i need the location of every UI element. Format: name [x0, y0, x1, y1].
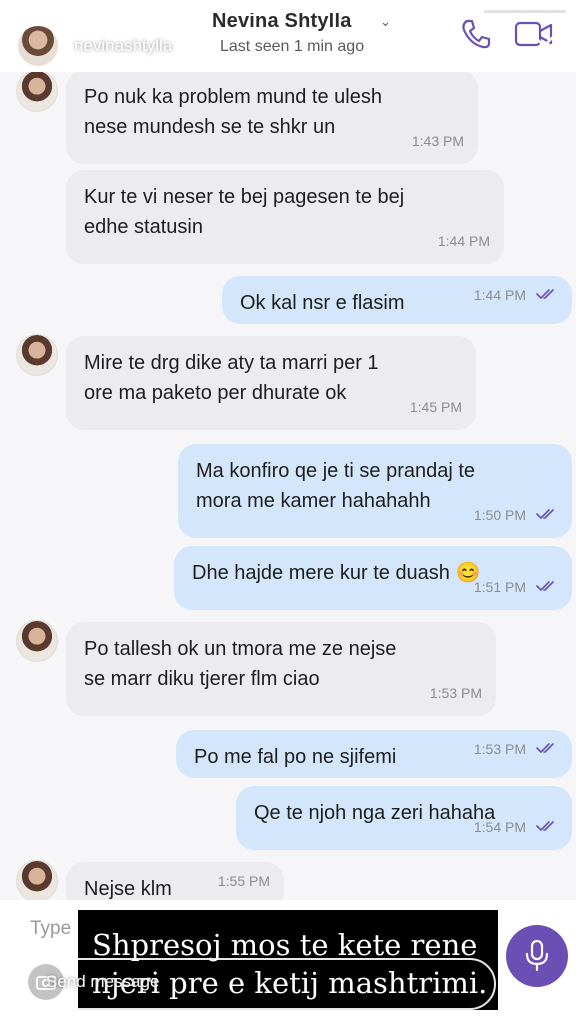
message-timestamp: 1:55 PM — [217, 873, 270, 889]
story-progress-segment — [430, 10, 566, 13]
message-input[interactable]: Type — [30, 918, 71, 940]
message-timestamp: 1:51 PM — [473, 579, 526, 595]
story-progress — [10, 10, 566, 13]
message-timestamp: 1:44 PM — [473, 287, 526, 303]
message-meta: 1:55 PM — [218, 866, 270, 896]
outgoing-message[interactable]: Dhe hajde mere kur te duash 😊 1:51 PM — [174, 546, 572, 610]
contact-name[interactable]: Nevina Shtylla — [212, 10, 352, 33]
contact-avatar[interactable] — [16, 334, 58, 376]
outgoing-message[interactable]: Ma konfiro qe je ti se prandaj te mora m… — [178, 444, 572, 538]
message-timestamp: 1:43 PM — [411, 133, 464, 149]
story-progress-segment — [290, 10, 426, 13]
incoming-message[interactable]: Kur te vi neser te bej pagesen te bej ed… — [66, 170, 504, 264]
contact-avatar[interactable] — [16, 620, 58, 662]
story-progress-segment — [150, 10, 286, 13]
outgoing-message[interactable]: Ok kal nsr e flasim 1:44 PM — [222, 276, 572, 324]
message-meta: 1:53 PM — [430, 678, 482, 708]
message-meta: 1:54 PM — [474, 812, 558, 842]
mic-button[interactable] — [506, 925, 568, 987]
read-receipt-icon — [536, 572, 558, 602]
message-timestamp: 1:45 PM — [409, 399, 462, 415]
story-avatar[interactable] — [16, 24, 60, 68]
message-meta: 1:50 PM — [474, 500, 558, 530]
contact-avatar[interactable] — [16, 860, 58, 902]
message-timestamp: 1:54 PM — [473, 819, 526, 835]
microphone-icon — [525, 939, 549, 972]
message-meta: 1:53 PM — [474, 734, 558, 764]
contact-avatar[interactable] — [16, 70, 58, 112]
message-timestamp: 1:50 PM — [473, 507, 526, 523]
message-meta: 1:44 PM — [474, 280, 558, 310]
message-meta: 1:44 PM — [438, 226, 490, 256]
message-meta: 1:51 PM — [474, 572, 558, 602]
message-text: Mire te drg dike aty ta marri per 1 ore … — [84, 352, 379, 404]
read-receipt-icon — [536, 280, 558, 310]
message-meta: 1:43 PM — [412, 126, 464, 156]
outgoing-message[interactable]: Qe te njoh nga zeri hahaha 1:54 PM — [236, 786, 572, 850]
read-receipt-icon — [536, 500, 558, 530]
message-timestamp: 1:53 PM — [473, 741, 526, 757]
message-text: Kur te vi neser te bej pagesen te bej ed… — [84, 186, 405, 238]
outgoing-message[interactable]: Po me fal po ne sjifemi 1:53 PM — [176, 730, 572, 778]
last-seen-status: Last seen 1 min ago — [220, 38, 365, 55]
close-icon[interactable] — [530, 32, 558, 60]
story-progress-segment — [10, 10, 146, 13]
message-timestamp: 1:53 PM — [429, 685, 482, 701]
message-text: Po nuk ka problem mund te ulesh nese mun… — [84, 86, 382, 138]
read-receipt-icon — [536, 812, 558, 842]
message-meta: 1:45 PM — [410, 392, 462, 422]
incoming-message[interactable]: Po nuk ka problem mund te ulesh nese mun… — [66, 70, 478, 164]
incoming-message[interactable]: Po tallesh ok un tmora me ze nejse se ma… — [66, 622, 496, 716]
phone-icon[interactable] — [458, 16, 494, 52]
message-timestamp: 1:44 PM — [437, 233, 490, 249]
send-message-placeholder[interactable]: Send message — [46, 972, 159, 992]
read-receipt-icon — [536, 734, 558, 764]
incoming-message[interactable]: Mire te drg dike aty ta marri per 1 ore … — [66, 336, 476, 430]
story-username[interactable]: nevinashtylla — [74, 36, 172, 56]
message-text: Po tallesh ok un tmora me ze nejse se ma… — [84, 638, 397, 690]
story-user[interactable]: nevinashtylla — [16, 24, 172, 68]
chevron-down-icon[interactable]: ⌄ — [380, 14, 391, 30]
message-list[interactable]: Po nuk ka problem mund te ulesh nese mun… — [0, 0, 576, 1024]
